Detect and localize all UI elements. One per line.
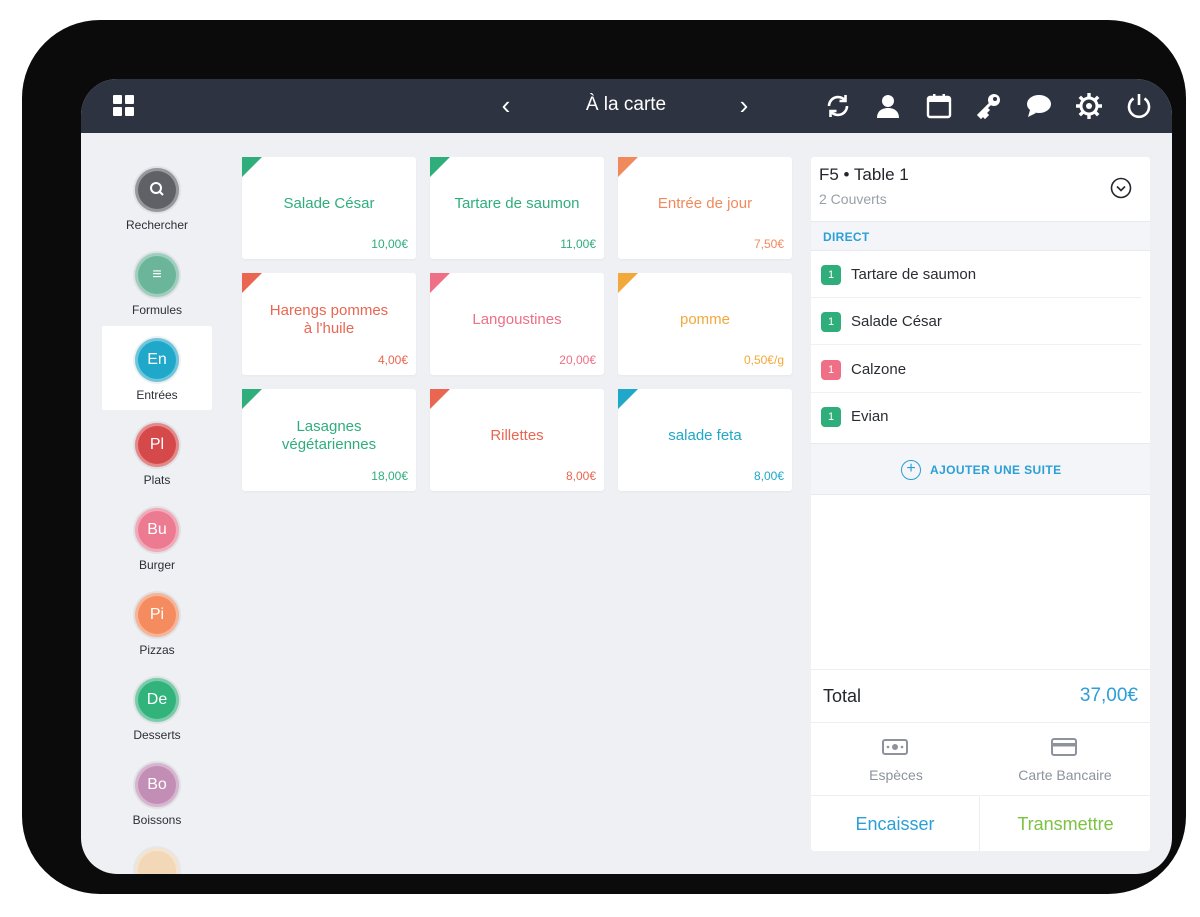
cash-payment-button[interactable]: Espèces [811, 723, 981, 795]
chevron-down-icon[interactable] [1110, 177, 1132, 199]
category-badge [135, 848, 179, 874]
order-line[interactable]: 1 Calzone [811, 346, 1150, 393]
order-line-name: Tartare de saumon [851, 266, 977, 283]
product-price: 20,00€ [559, 353, 596, 367]
total-value: 37,00€ [1079, 685, 1138, 706]
product-tile[interactable]: Tartare de saumon 11,00€ [430, 157, 604, 259]
key-icon[interactable] [974, 91, 1004, 121]
payment-label: Carte Bancaire [1018, 767, 1112, 783]
product-tile[interactable]: Langoustines 20,00€ [430, 273, 604, 375]
category-burger[interactable]: Bu Burger [102, 496, 212, 580]
product-tile[interactable]: Rillettes 8,00€ [430, 389, 604, 491]
divider [811, 344, 1141, 345]
total-row: Total 37,00€ [811, 669, 1150, 723]
chat-icon[interactable] [1024, 91, 1054, 121]
category-label: Burger [138, 558, 176, 572]
quantity-badge: 1 [821, 407, 841, 427]
category-partial[interactable] [102, 836, 212, 874]
calendar-icon[interactable] [924, 91, 954, 121]
top-bar: ‹ À la carte › [81, 79, 1172, 133]
app-screen: ‹ À la carte › Rechercher ≡ Formules En … [81, 79, 1172, 874]
grid-menu-icon[interactable] [113, 95, 135, 117]
category-label: Rechercher [125, 218, 189, 232]
product-price: 4,00€ [377, 353, 408, 367]
category-boissons[interactable]: Bo Boissons [102, 751, 212, 835]
section-label: DIRECT [823, 230, 870, 244]
product-price: 0,50€/g [743, 353, 784, 367]
quantity-badge: 1 [821, 265, 841, 285]
card-payment-button[interactable]: Carte Bancaire [980, 723, 1150, 795]
category-rechercher[interactable]: Rechercher [102, 156, 212, 240]
order-line-name: Calzone [851, 361, 907, 378]
category-label: Pizzas [139, 643, 175, 657]
category-label: Desserts [133, 728, 181, 742]
category-formules[interactable]: ≡ Formules [102, 241, 212, 325]
section-header: DIRECT [811, 221, 1150, 251]
category-badge: Pi [135, 593, 179, 637]
covers-count: 2 Couverts [819, 191, 887, 207]
order-line-name: Salade César [851, 313, 942, 330]
category-label: Boissons [132, 813, 182, 827]
gear-icon[interactable] [1074, 91, 1104, 121]
category-desserts[interactable]: De Desserts [102, 666, 212, 750]
category-sidebar: Rechercher ≡ Formules En Entrées Pl Plat… [81, 133, 231, 874]
encaisser-button[interactable]: Encaisser [811, 795, 980, 851]
sync-icon[interactable] [823, 91, 853, 121]
power-icon[interactable] [1124, 91, 1154, 121]
tablet-frame: ‹ À la carte › Rechercher ≡ Formules En … [22, 20, 1186, 894]
table-name: F5 • Table 1 [819, 165, 909, 184]
product-price: 7,50€ [753, 237, 784, 251]
add-suite-button[interactable]: + AJOUTER UNE SUITE [811, 443, 1150, 495]
page-title: À la carte [585, 94, 667, 115]
add-suite-label: AJOUTER UNE SUITE [930, 463, 1062, 477]
menu-icon: ≡ [135, 253, 179, 297]
credit-card-icon [1051, 737, 1077, 757]
category-badge: En [135, 338, 179, 382]
product-tile[interactable]: salade feta 8,00€ [618, 389, 792, 491]
next-page-button[interactable]: › [734, 91, 754, 119]
category-entrees[interactable]: En Entrées [102, 326, 212, 410]
payment-label: Espèces [869, 767, 923, 783]
quantity-badge: 1 [821, 360, 841, 380]
category-label: Entrées [136, 388, 178, 402]
product-price: 11,00€ [560, 237, 596, 251]
category-label: Formules [131, 303, 182, 317]
product-price: 18,00€ [371, 469, 408, 483]
product-tile[interactable]: Salade César 10,00€ [242, 157, 416, 259]
product-tile[interactable]: pomme 0,50€/g [618, 273, 792, 375]
user-icon[interactable] [873, 91, 903, 121]
order-line[interactable]: 1 Salade César [811, 298, 1150, 345]
product-price: 8,00€ [565, 469, 596, 483]
transmettre-button[interactable]: Transmettre [981, 795, 1150, 851]
order-panel: F5 • Table 1 2 Couverts DIRECT 1 Tartare… [811, 157, 1150, 851]
product-tile[interactable]: Harengs pommes à l'huile 4,00€ [242, 273, 416, 375]
category-badge: Bu [135, 508, 179, 552]
order-line-name: Evian [851, 408, 889, 425]
order-line[interactable]: 1 Tartare de saumon [811, 251, 1150, 298]
category-pizzas[interactable]: Pi Pizzas [102, 581, 212, 665]
product-tile[interactable]: Lasagnes végétariennes 18,00€ [242, 389, 416, 491]
product-price: 8,00€ [753, 469, 784, 483]
cash-icon [882, 737, 908, 757]
category-badge: Bo [135, 763, 179, 807]
category-label: Plats [143, 473, 171, 487]
search-icon [135, 168, 179, 212]
category-plats[interactable]: Pl Plats [102, 411, 212, 495]
product-price: 10,00€ [371, 237, 408, 251]
category-badge: Pl [135, 423, 179, 467]
quantity-badge: 1 [821, 312, 841, 332]
product-tile[interactable]: Entrée de jour 7,50€ [618, 157, 792, 259]
total-label: Total [823, 686, 862, 706]
order-line[interactable]: 1 Evian [811, 393, 1150, 440]
plus-circle-icon: + [901, 460, 921, 480]
category-badge: De [135, 678, 179, 722]
prev-page-button[interactable]: ‹ [496, 91, 516, 119]
